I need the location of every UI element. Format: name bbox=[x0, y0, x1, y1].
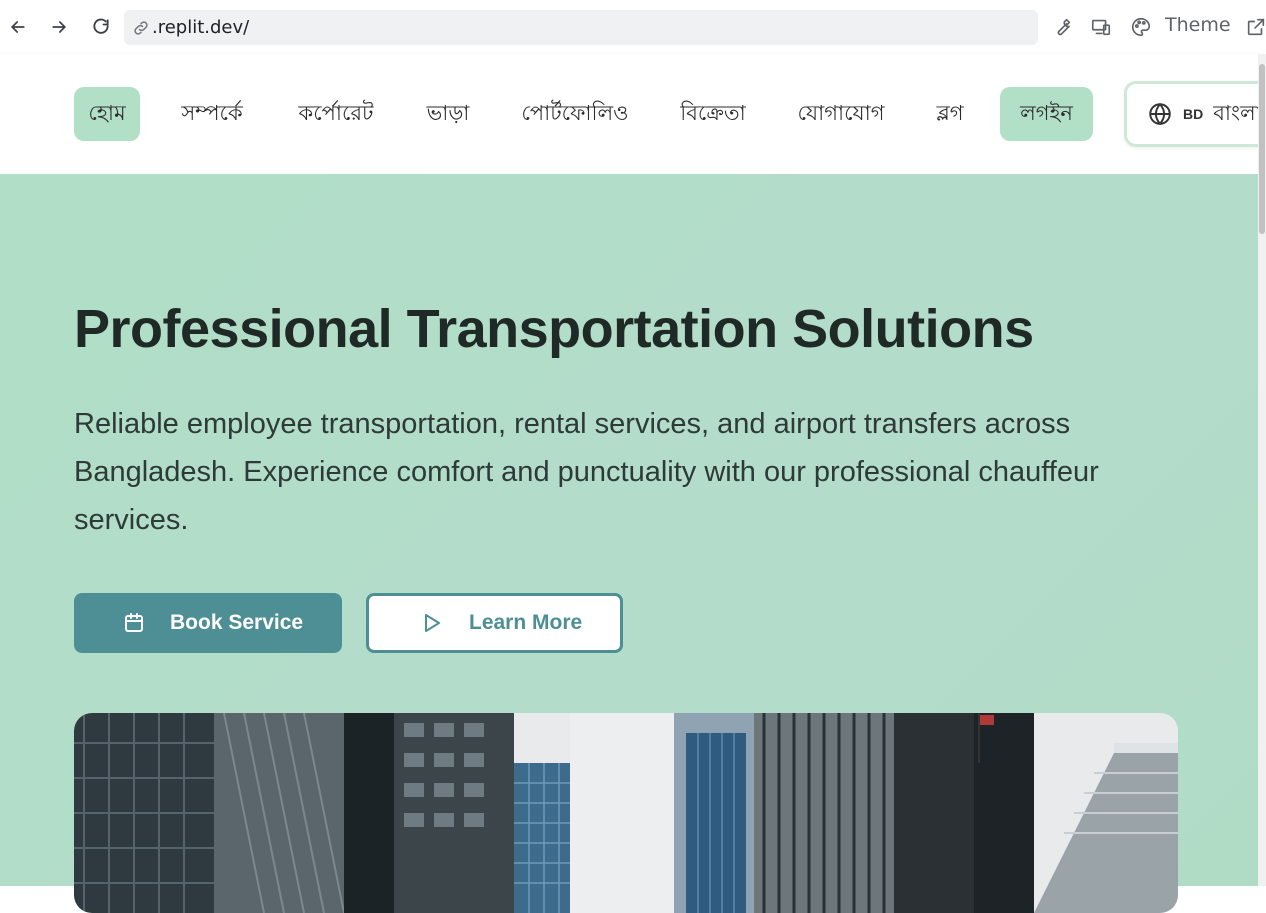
hero-city-image bbox=[74, 713, 1178, 913]
scrollbar-thumb[interactable] bbox=[1259, 64, 1265, 234]
nav-item-contact[interactable]: যোগাযোগ bbox=[792, 87, 890, 141]
devices-icon[interactable] bbox=[1088, 14, 1114, 40]
nav-item-blog[interactable]: ব্লগ bbox=[928, 87, 972, 141]
learn-more-button[interactable]: Learn More bbox=[366, 593, 623, 653]
nav-item-home[interactable]: হোম bbox=[74, 87, 140, 141]
palette-icon[interactable] bbox=[1128, 14, 1154, 40]
nav-item-corporate[interactable]: কর্পোরেট bbox=[290, 87, 382, 141]
language-switcher[interactable]: BD বাংলা bbox=[1124, 81, 1266, 147]
external-link-icon[interactable] bbox=[1243, 14, 1266, 40]
url-text: .replit.dev/ bbox=[152, 17, 250, 38]
reload-icon[interactable] bbox=[87, 12, 115, 42]
link-icon bbox=[134, 20, 148, 35]
play-icon bbox=[425, 614, 440, 632]
wrench-icon[interactable] bbox=[1049, 14, 1075, 40]
nav-item-vendors[interactable]: বিক্রেতা bbox=[672, 87, 754, 141]
nav-item-about[interactable]: সম্পর্কে bbox=[170, 87, 254, 141]
book-service-button[interactable]: Book Service bbox=[74, 593, 342, 653]
back-icon[interactable] bbox=[4, 12, 32, 42]
nav-item-rental[interactable]: ভাড়া bbox=[420, 87, 476, 141]
calendar-icon bbox=[125, 613, 143, 632]
page-scrollbar[interactable] bbox=[1258, 54, 1266, 886]
language-code: BD bbox=[1183, 106, 1204, 122]
language-label: বাংলা bbox=[1213, 100, 1262, 125]
nav-item-portfolio[interactable]: পোর্টফোলিও bbox=[514, 87, 636, 141]
login-button[interactable]: লগইন bbox=[1000, 87, 1093, 141]
learn-more-label: Learn More bbox=[469, 611, 583, 634]
forward-icon[interactable] bbox=[45, 12, 73, 42]
globe-icon bbox=[1149, 102, 1171, 126]
browser-toolbar: .replit.dev/ Theme bbox=[0, 0, 1266, 54]
hero-section: Professional Transportation Solutions Re… bbox=[0, 174, 1258, 913]
hero-description: Reliable employee transportation, rental… bbox=[74, 408, 1099, 536]
hero-title: Professional Transportation Solutions bbox=[74, 299, 1034, 359]
address-bar[interactable]: .replit.dev/ bbox=[124, 10, 1038, 45]
site-header: হোম সম্পর্কে কর্পোরেট ভাড়া পোর্টফোলিও ব… bbox=[0, 54, 1266, 174]
book-service-label: Book Service bbox=[170, 611, 304, 634]
theme-button[interactable]: Theme bbox=[1165, 14, 1231, 36]
